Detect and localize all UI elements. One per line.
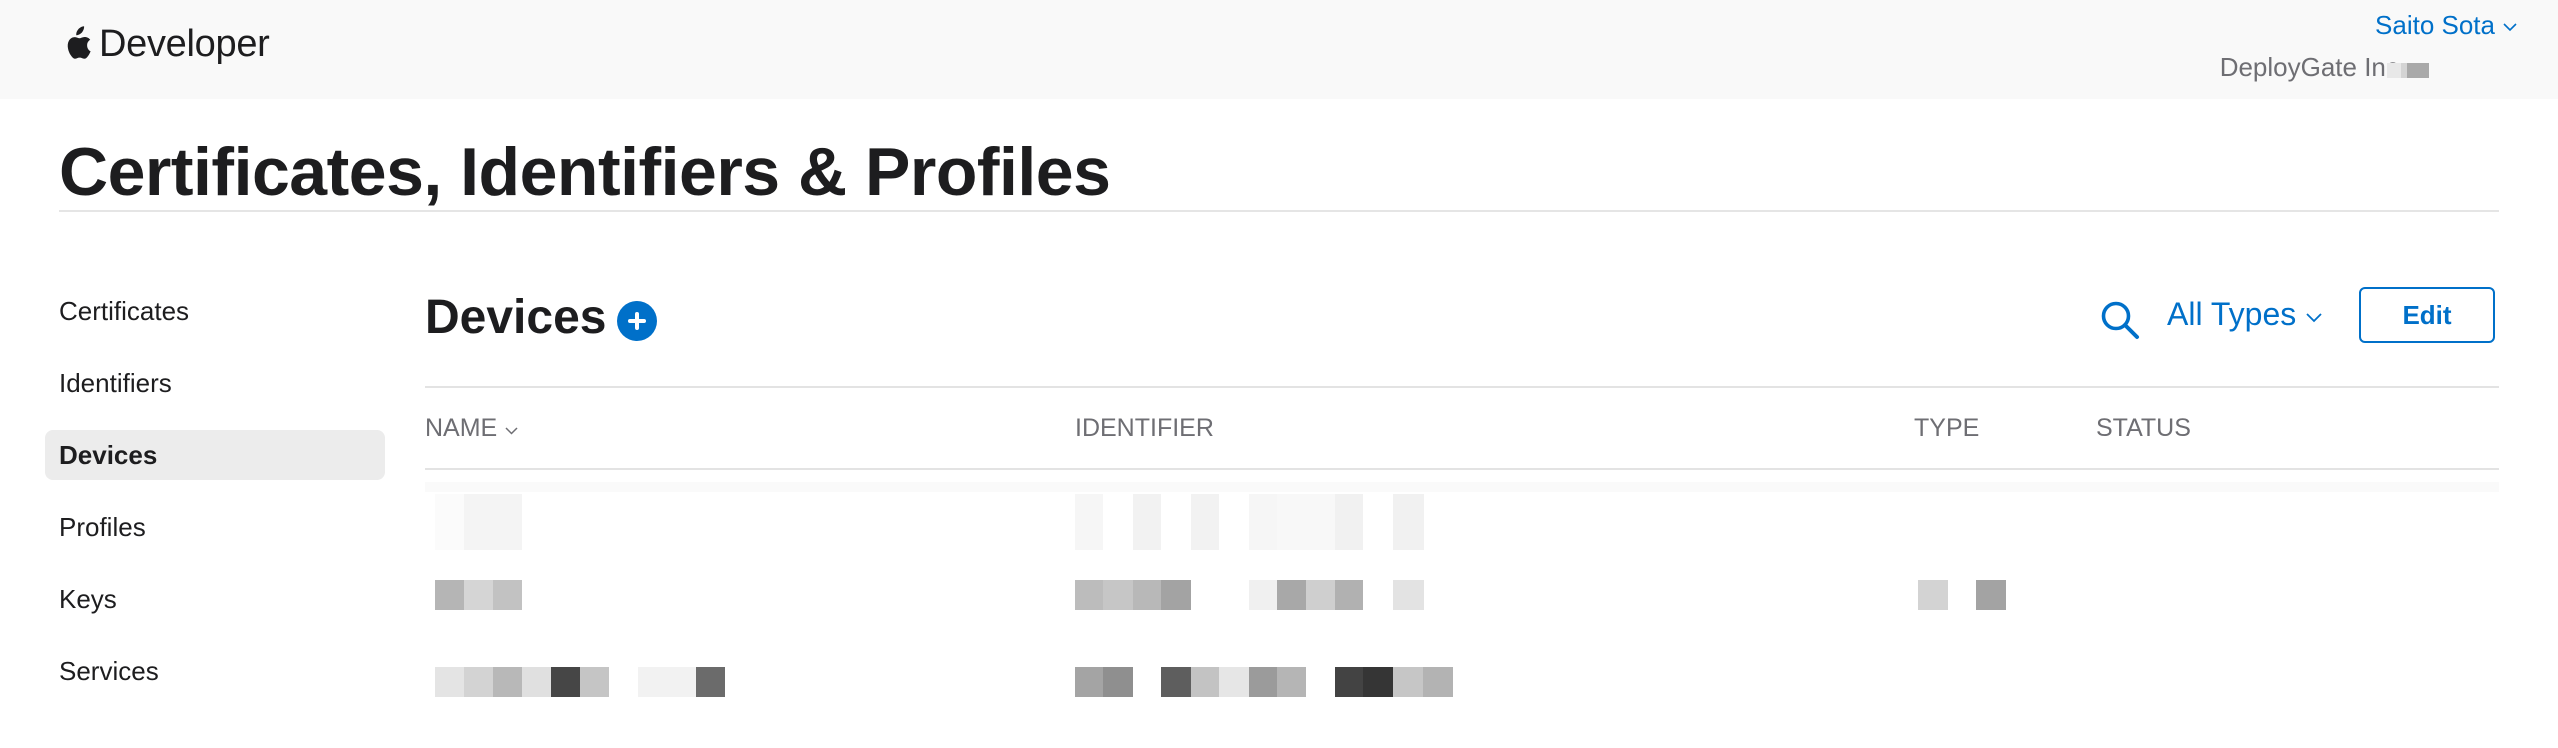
sidebar-item-certificates[interactable]: Certificates: [45, 286, 385, 336]
top-navigation-bar: Developer Saito Sota DeployGate Inc. -: [0, 0, 2558, 99]
plus-circle-icon[interactable]: [617, 301, 657, 341]
type-filter-label: All Types: [2167, 296, 2297, 332]
row-highlight: [425, 482, 2499, 492]
redacted-block: [1191, 494, 1219, 550]
sidebar-item-identifiers[interactable]: Identifiers: [45, 358, 385, 408]
redacted-block: [1219, 667, 1249, 697]
redacted-block: [464, 667, 493, 697]
search-icon[interactable]: [2099, 299, 2141, 341]
account-menu[interactable]: Saito Sota: [2375, 10, 2517, 41]
redacted-block: [1103, 580, 1133, 610]
column-header-label: TYPE: [1914, 414, 1980, 442]
redacted-block: [522, 667, 551, 697]
redacted-block: [1075, 494, 1103, 550]
sidebar-item-label: Identifiers: [59, 367, 172, 398]
redacted-block: [1133, 494, 1161, 550]
title-divider: [59, 210, 2499, 212]
redacted-block: [1075, 580, 1103, 610]
redacted-block: [1976, 580, 2006, 610]
sidebar-item-keys[interactable]: Keys: [45, 574, 385, 624]
brand-name: Developer: [99, 22, 270, 65]
redacted-block: [1277, 580, 1306, 610]
redacted-block: [580, 667, 609, 697]
column-header-status: STATUS: [2096, 414, 2191, 443]
account-name: Saito Sota: [2375, 10, 2495, 40]
redacted-block: [1075, 667, 1103, 697]
developer-home-link[interactable]: Developer: [59, 22, 270, 66]
team-id-redacted: [2387, 63, 2429, 78]
redacted-block: [1423, 667, 1453, 697]
column-header-name[interactable]: NAME: [425, 414, 518, 443]
redacted-block: [435, 580, 464, 610]
column-header-identifier: IDENTIFIER: [1075, 414, 1214, 443]
column-header-label: STATUS: [2096, 414, 2191, 442]
redacted-block: [464, 494, 522, 550]
chevron-down-icon: [2306, 312, 2322, 322]
redacted-block: [1249, 667, 1277, 697]
redacted-block: [1393, 580, 1424, 610]
column-header-divider: [425, 468, 2499, 470]
sidebar-item-label: Devices: [59, 439, 158, 470]
redacted-block: [435, 494, 464, 550]
sidebar-item-label: Profiles: [59, 511, 146, 542]
sidebar-item-devices[interactable]: Devices: [45, 430, 385, 480]
chevron-down-icon: [505, 426, 518, 435]
redacted-block: [493, 667, 522, 697]
column-header-label: IDENTIFIER: [1075, 414, 1214, 442]
redacted-block: [1161, 580, 1191, 610]
column-header-label: NAME: [425, 414, 498, 442]
edit-button[interactable]: Edit: [2359, 287, 2495, 343]
redacted-block: [1133, 580, 1161, 610]
redacted-block: [1393, 667, 1423, 697]
redacted-block: [1249, 580, 1277, 610]
redacted-block: [1277, 494, 1335, 550]
redacted-block: [435, 667, 464, 697]
redacted-block: [493, 580, 522, 610]
redacted-block: [1335, 580, 1363, 610]
redacted-block: [1277, 667, 1306, 697]
redacted-block: [1335, 494, 1363, 550]
type-filter-dropdown[interactable]: All Types: [2167, 296, 2322, 333]
sidebar-item-services[interactable]: Services: [45, 646, 385, 696]
page-title: Certificates, Identifiers & Profiles: [59, 134, 1111, 210]
redacted-block: [638, 667, 696, 697]
redacted-block: [1335, 667, 1363, 697]
redacted-block: [464, 580, 493, 610]
redacted-block: [1249, 494, 1277, 550]
section-title: Devices: [425, 291, 607, 344]
sidebar-navigation: Certificates Identifiers Devices Profile…: [45, 286, 385, 718]
header-divider: [425, 386, 2499, 388]
chevron-down-icon: [2503, 23, 2517, 32]
redacted-block: [696, 667, 725, 697]
redacted-block: [1161, 667, 1191, 697]
redacted-block: [1191, 667, 1219, 697]
apple-logo-icon: [67, 26, 91, 59]
sidebar-item-label: Certificates: [59, 295, 190, 326]
redacted-block: [1306, 580, 1335, 610]
redacted-block: [1363, 667, 1393, 697]
column-header-type: TYPE: [1914, 414, 1979, 443]
sidebar-item-label: Services: [59, 655, 159, 686]
sidebar-item-profiles[interactable]: Profiles: [45, 502, 385, 552]
redacted-block: [1103, 667, 1133, 697]
sidebar-item-label: Keys: [59, 583, 117, 614]
redacted-block: [1918, 580, 1948, 610]
redacted-block: [551, 667, 580, 697]
redacted-block: [1393, 494, 1424, 550]
